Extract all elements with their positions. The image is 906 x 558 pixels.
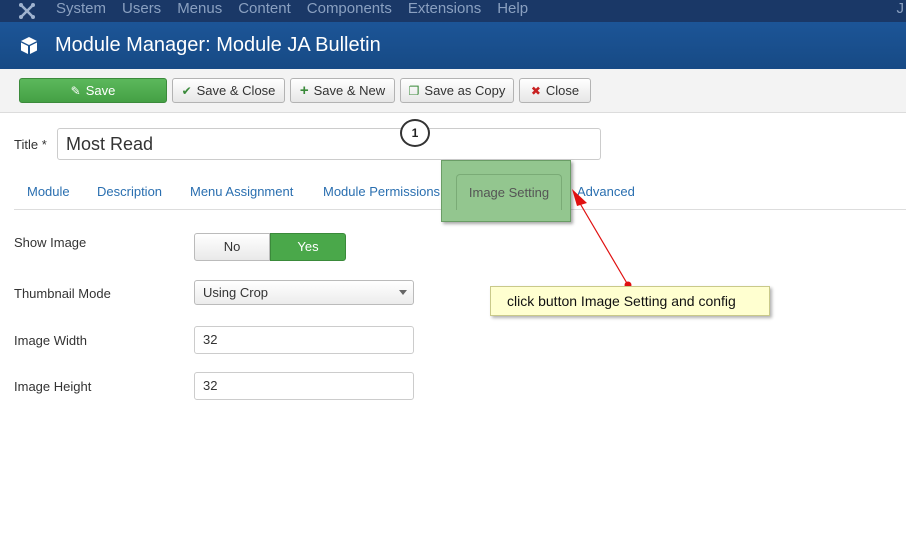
close-button[interactable]: ✖ Close [519, 78, 591, 103]
toolbar: ✎ Save ✔ Save & Close + Save & New ❐ Sav… [0, 69, 906, 113]
menu-help[interactable]: Help [497, 0, 528, 18]
save-copy-label: Save as Copy [424, 83, 506, 98]
tab-menu-assignment[interactable]: Menu Assignment [190, 184, 293, 199]
save-button[interactable]: ✎ Save [19, 78, 167, 103]
cube-icon [21, 37, 37, 54]
thumbnail-mode-label: Thumbnail Mode [14, 286, 111, 301]
save-close-label: Save & Close [196, 83, 276, 98]
image-width-label: Image Width [14, 333, 87, 348]
thumbnail-mode-select[interactable]: Using Crop [194, 280, 414, 305]
copy-icon: ❐ [408, 83, 420, 98]
close-circle-icon: ✖ [530, 83, 541, 98]
chevron-down-icon [399, 290, 407, 295]
page-header: Module Manager: Module JA Bulletin [0, 22, 906, 69]
image-height-input[interactable]: 32 [194, 372, 414, 400]
tab-advanced[interactable]: Advanced [577, 184, 635, 199]
menu-menus[interactable]: Menus [177, 0, 222, 18]
show-image-yes-button[interactable]: Yes [270, 233, 346, 261]
show-image-toggle: No Yes [194, 233, 346, 261]
save-close-button[interactable]: ✔ Save & Close [172, 78, 285, 103]
title-label: Title * [14, 137, 47, 152]
image-width-input[interactable]: 32 [194, 326, 414, 354]
joomla-logo-icon[interactable] [18, 2, 36, 20]
save-label: Save [85, 83, 116, 98]
tab-module-permissions[interactable]: Module Permissions [323, 184, 440, 199]
show-image-label: Show Image [14, 235, 87, 250]
save-copy-button[interactable]: ❐ Save as Copy [400, 78, 514, 103]
top-menu: System Users Menus Content Components Ex… [56, 0, 544, 18]
save-new-label: Save & New [313, 83, 386, 98]
tab-module[interactable]: Module [27, 184, 70, 199]
callout-note: click button Image Setting and config [490, 286, 770, 316]
title-input[interactable]: Most Read [57, 128, 601, 160]
edit-icon: ✎ [70, 83, 81, 98]
close-label: Close [545, 83, 580, 98]
step-marker: 1 [400, 119, 430, 147]
image-height-label: Image Height [14, 379, 92, 394]
top-menu-bar: System Users Menus Content Components Ex… [0, 0, 906, 22]
arrow-line [577, 199, 629, 286]
menu-content[interactable]: Content [238, 0, 291, 18]
plus-icon: + [299, 81, 309, 99]
menu-system[interactable]: System [56, 0, 106, 18]
user-menu[interactable]: J [897, 0, 905, 18]
menu-users[interactable]: Users [122, 0, 161, 18]
thumbnail-mode-value: Using Crop [203, 285, 269, 300]
tab-description[interactable]: Description [97, 184, 162, 199]
menu-components[interactable]: Components [307, 0, 392, 18]
menu-extensions[interactable]: Extensions [408, 0, 481, 18]
tab-image-setting[interactable]: Image Setting [456, 174, 562, 210]
show-image-no-button[interactable]: No [194, 233, 270, 261]
page-title: Module Manager: Module JA Bulletin [55, 34, 381, 56]
check-icon: ✔ [181, 83, 192, 98]
save-new-button[interactable]: + Save & New [290, 78, 395, 103]
